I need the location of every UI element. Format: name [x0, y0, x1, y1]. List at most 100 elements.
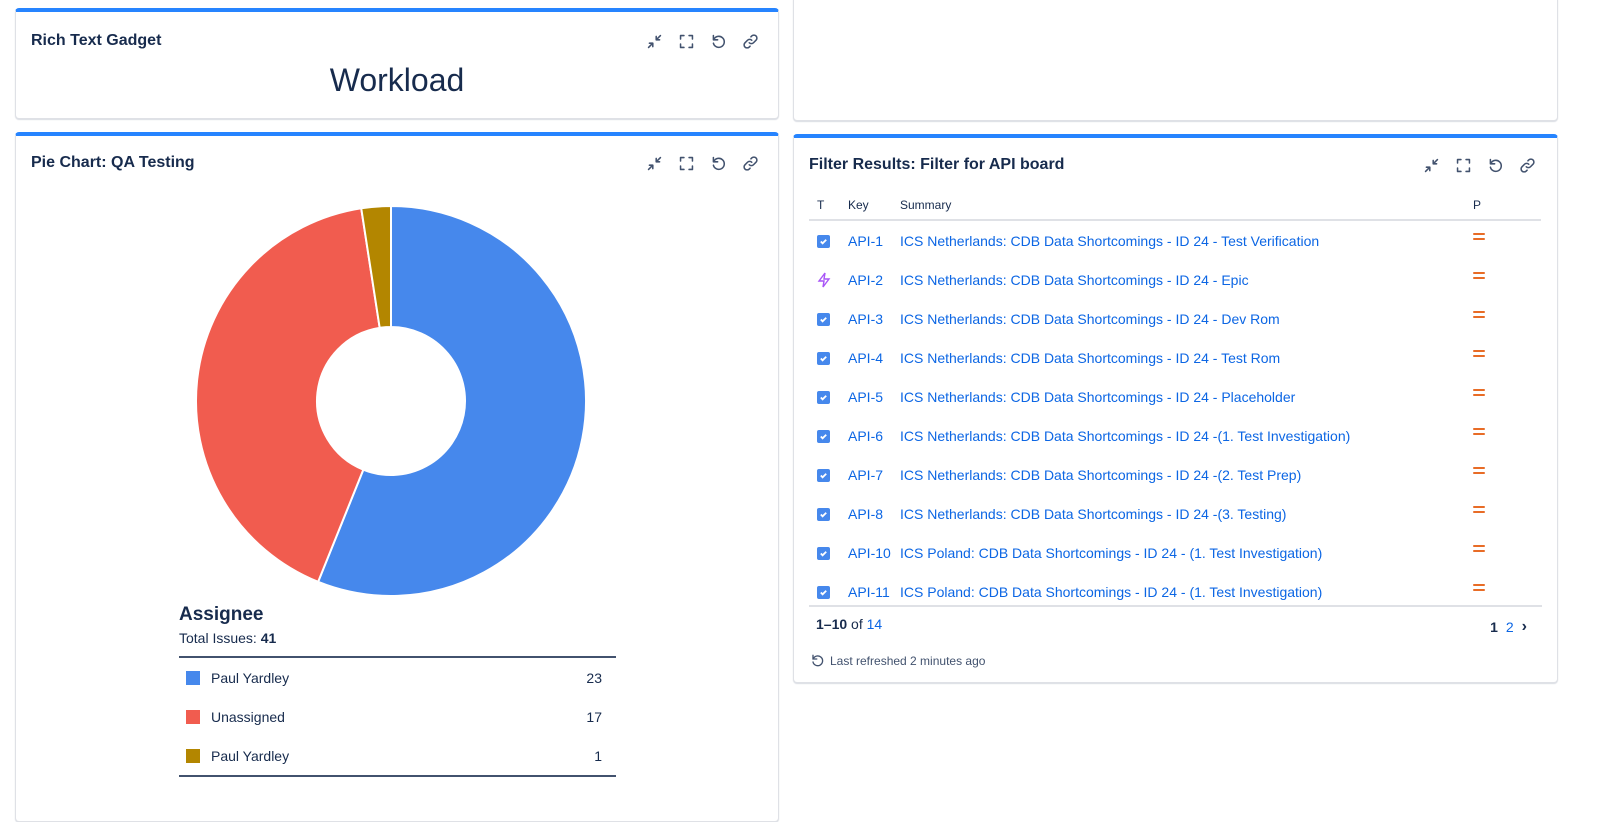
issue-summary-link[interactable]: ICS Netherlands: CDB Data Shortcomings -…: [900, 506, 1286, 522]
legend-name: Unassigned: [211, 708, 285, 725]
priority-cell: [1473, 338, 1541, 377]
table-row[interactable]: API-5 ICS Netherlands: CDB Data Shortcomi…: [809, 377, 1541, 416]
issue-key-cell: API-8: [848, 494, 900, 533]
issue-summary-link[interactable]: ICS Poland: CDB Data Shortcomings - ID 2…: [900, 584, 1322, 600]
legend-swatch: [186, 670, 200, 685]
issue-type-cell: [809, 455, 848, 494]
legend-row[interactable]: Paul Yardley 1: [179, 736, 616, 775]
priority-medium-icon: [1473, 581, 1485, 594]
issue-key-link[interactable]: API-3: [848, 311, 883, 327]
issue-summary-link[interactable]: ICS Netherlands: CDB Data Shortcomings -…: [900, 311, 1280, 327]
table-row[interactable]: API-8 ICS Netherlands: CDB Data Shortcomi…: [809, 494, 1541, 533]
issue-key-link[interactable]: API-8: [848, 506, 883, 522]
legend-row[interactable]: Paul Yardley 23: [179, 658, 616, 697]
of-label: of: [851, 616, 863, 632]
refresh-icon[interactable]: [708, 31, 728, 51]
issue-key-link[interactable]: API-2: [848, 272, 883, 288]
issue-key-link[interactable]: API-5: [848, 389, 883, 405]
table-row[interactable]: API-4 ICS Netherlands: CDB Data Shortcomi…: [809, 338, 1541, 377]
issue-summary-link[interactable]: ICS Netherlands: CDB Data Shortcomings -…: [900, 389, 1295, 405]
link-icon[interactable]: [740, 31, 760, 51]
minimize-icon[interactable]: [1421, 155, 1441, 175]
pie-chart-gadget: Pie Chart: QA Testing Assignee Total Iss…: [15, 132, 779, 822]
issue-key-link[interactable]: API-1: [848, 233, 883, 249]
col-type-header[interactable]: T: [809, 193, 848, 221]
table-body: API-1 ICS Netherlands: CDB Data Shortcomi…: [809, 220, 1541, 611]
legend-row[interactable]: Unassigned 17: [179, 697, 616, 736]
legend-table: Paul Yardley 23 Unassigned 17 Paul Yardl…: [179, 656, 616, 777]
issue-key-link[interactable]: API-6: [848, 428, 883, 444]
legend-swatch: [186, 748, 200, 763]
total-value: 41: [260, 630, 277, 646]
filter-results-gadget: Filter Results: Filter for API board T K…: [793, 134, 1558, 683]
legend-swatch: [186, 709, 200, 724]
issue-type-cell: [809, 533, 848, 572]
fullscreen-icon[interactable]: [676, 153, 696, 173]
legend-name: Paul Yardley: [211, 669, 290, 686]
refresh-icon[interactable]: [1485, 155, 1505, 175]
issue-key-cell: API-7: [848, 455, 900, 494]
legend-name: Paul Yardley: [211, 747, 290, 764]
issue-summary-link[interactable]: ICS Netherlands: CDB Data Shortcomings -…: [900, 350, 1280, 366]
issue-summary-cell: ICS Netherlands: CDB Data Shortcomings -…: [900, 299, 1473, 338]
next-page-icon[interactable]: ›: [1522, 618, 1527, 636]
result-total-link[interactable]: 14: [867, 616, 883, 632]
last-refreshed: Last refreshed 2 minutes ago: [810, 653, 985, 668]
issue-type-cell: [809, 416, 848, 455]
result-range: 1–10: [816, 616, 848, 632]
col-key-header[interactable]: Key: [848, 193, 900, 221]
fullscreen-icon[interactable]: [1453, 155, 1473, 175]
col-summary-header[interactable]: Summary: [900, 193, 1473, 221]
issue-summary-link[interactable]: ICS Netherlands: CDB Data Shortcomings -…: [900, 233, 1319, 249]
table-row[interactable]: API-10 ICS Poland: CDB Data Shortcomings …: [809, 533, 1541, 572]
issue-summary-link[interactable]: ICS Netherlands: CDB Data Shortcomings -…: [900, 272, 1249, 288]
refresh-icon[interactable]: [810, 653, 825, 668]
issue-summary-cell: ICS Netherlands: CDB Data Shortcomings -…: [900, 455, 1473, 494]
minimize-icon[interactable]: [644, 31, 664, 51]
issue-key-cell: API-5: [848, 377, 900, 416]
result-count: 1–10 of 14: [816, 616, 882, 632]
link-icon[interactable]: [1517, 155, 1537, 175]
priority-cell: [1473, 220, 1541, 260]
issue-key-link[interactable]: API-10: [848, 545, 891, 561]
gadget-actions: [1421, 155, 1537, 175]
page-1[interactable]: 1: [1490, 619, 1498, 635]
task-icon: [817, 547, 830, 561]
refresh-icon[interactable]: [708, 153, 728, 173]
gadget-title: Rich Text Gadget: [31, 32, 162, 49]
table-row[interactable]: API-3 ICS Netherlands: CDB Data Shortcomi…: [809, 299, 1541, 338]
priority-cell: [1473, 260, 1541, 299]
fullscreen-icon[interactable]: [676, 31, 696, 51]
issue-type-cell: [809, 494, 848, 533]
table-row[interactable]: API-2 ICS Netherlands: CDB Data Shortcomi…: [809, 260, 1541, 299]
page-2-link[interactable]: 2: [1506, 619, 1514, 635]
gadget-actions: [644, 31, 760, 51]
issue-key-link[interactable]: API-11: [848, 584, 890, 600]
col-priority-header[interactable]: P: [1473, 193, 1541, 221]
rich-text-content: Workload: [329, 62, 465, 98]
priority-medium-icon: [1473, 269, 1485, 282]
table-row[interactable]: API-6 ICS Netherlands: CDB Data Shortcomi…: [809, 416, 1541, 455]
table-row[interactable]: API-7 ICS Netherlands: CDB Data Shortcomi…: [809, 455, 1541, 494]
issue-summary-link[interactable]: ICS Netherlands: CDB Data Shortcomings -…: [900, 428, 1350, 444]
task-icon: [817, 235, 830, 249]
issue-summary-link[interactable]: ICS Poland: CDB Data Shortcomings - ID 2…: [900, 545, 1322, 561]
issue-type-cell: [809, 338, 848, 377]
issue-summary-link[interactable]: ICS Netherlands: CDB Data Shortcomings -…: [900, 467, 1301, 483]
issue-key-link[interactable]: API-7: [848, 467, 883, 483]
issue-key-cell: API-1: [848, 220, 900, 260]
link-icon[interactable]: [740, 153, 760, 173]
minimize-icon[interactable]: [644, 153, 664, 173]
issue-key-cell: API-10: [848, 533, 900, 572]
priority-cell: [1473, 377, 1541, 416]
issue-key-link[interactable]: API-4: [848, 350, 883, 366]
table-row[interactable]: API-1 ICS Netherlands: CDB Data Shortcomi…: [809, 220, 1541, 260]
priority-medium-icon: [1473, 425, 1485, 438]
gadget-title: Pie Chart: QA Testing: [31, 154, 195, 171]
issue-key-cell: API-3: [848, 299, 900, 338]
legend-value: 1: [594, 747, 602, 764]
pagination: 1 2 ›: [1490, 618, 1527, 636]
priority-medium-icon: [1473, 542, 1485, 555]
issue-type-cell: [809, 220, 848, 260]
priority-medium-icon: [1473, 308, 1485, 321]
